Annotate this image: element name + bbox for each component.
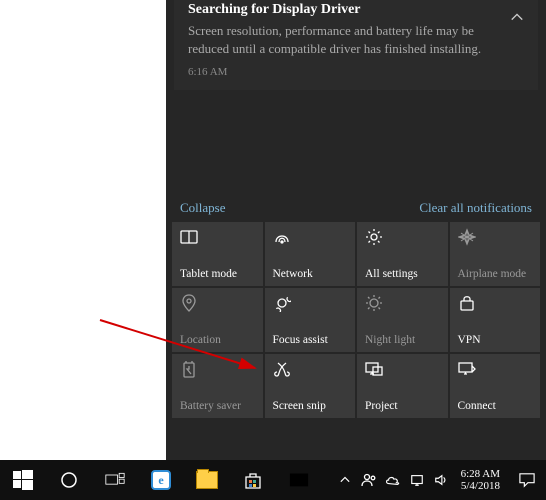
clock-date: 5/4/2018: [461, 480, 500, 492]
quick-action-tablet[interactable]: Tablet mode: [172, 222, 263, 286]
taskbar: e 6:28 AM 5/4/2018: [0, 460, 546, 500]
explorer-taskbar-icon[interactable]: [184, 460, 230, 500]
tile-label: Tablet mode: [180, 268, 255, 280]
location-icon: [180, 294, 198, 312]
people-tray-icon[interactable]: [357, 460, 381, 500]
tile-label: Screen snip: [273, 400, 348, 412]
notification-title: Searching for Display Driver: [188, 0, 498, 18]
quick-action-vpn[interactable]: VPN: [450, 288, 541, 352]
tile-label: Network: [273, 268, 348, 280]
quick-action-focus[interactable]: Focus assist: [265, 288, 356, 352]
settings-icon: [365, 228, 383, 246]
network-icon: [273, 228, 291, 246]
tile-label: Location: [180, 334, 255, 346]
action-center-panel: Searching for Display Driver Screen reso…: [166, 0, 546, 460]
action-center-button[interactable]: [508, 460, 546, 500]
quick-action-connect[interactable]: Connect: [450, 354, 541, 418]
quick-action-tiles: Tablet mode Network All settings Airplane m…: [166, 222, 546, 424]
volume-tray-icon[interactable]: [429, 460, 453, 500]
quick-action-nightlight[interactable]: Night light: [357, 288, 448, 352]
clear-all-link[interactable]: Clear all notifications: [419, 200, 532, 216]
quick-action-battery[interactable]: Battery saver: [172, 354, 263, 418]
tile-label: Project: [365, 400, 440, 412]
tile-label: Focus assist: [273, 334, 348, 346]
notification-body: Screen resolution, performance and batte…: [188, 22, 498, 58]
network-tray-icon[interactable]: [405, 460, 429, 500]
notification-time: 6:16 AM: [188, 66, 498, 78]
airplane-icon: [458, 228, 476, 246]
focus-icon: [273, 294, 291, 312]
quick-action-airplane[interactable]: Airplane mode: [450, 222, 541, 286]
vpn-icon: [458, 294, 476, 312]
battery-icon: [180, 360, 198, 378]
start-button[interactable]: [0, 460, 46, 500]
edge-taskbar-icon[interactable]: e: [138, 460, 184, 500]
tile-label: Battery saver: [180, 400, 255, 412]
tile-label: All settings: [365, 268, 440, 280]
quick-action-project[interactable]: Project: [357, 354, 448, 418]
notification-card[interactable]: Searching for Display Driver Screen reso…: [174, 0, 538, 90]
task-view-button[interactable]: [92, 460, 138, 500]
store-taskbar-icon[interactable]: [230, 460, 276, 500]
quick-action-location[interactable]: Location: [172, 288, 263, 352]
connect-icon: [458, 360, 476, 378]
project-icon: [365, 360, 383, 378]
clock-time: 6:28 AM: [461, 468, 500, 480]
quick-action-settings[interactable]: All settings: [357, 222, 448, 286]
onedrive-tray-icon[interactable]: [381, 460, 405, 500]
mail-taskbar-icon[interactable]: [276, 460, 322, 500]
tile-label: Airplane mode: [458, 268, 533, 280]
tablet-icon: [180, 228, 198, 246]
tile-label: VPN: [458, 334, 533, 346]
snip-icon: [273, 360, 291, 378]
quick-action-network[interactable]: Network: [265, 222, 356, 286]
cortana-search-button[interactable]: [46, 460, 92, 500]
quick-action-snip[interactable]: Screen snip: [265, 354, 356, 418]
tile-label: Night light: [365, 334, 440, 346]
collapse-link[interactable]: Collapse: [180, 200, 226, 216]
taskbar-clock[interactable]: 6:28 AM 5/4/2018: [453, 468, 508, 492]
nightlight-icon: [365, 294, 383, 312]
tray-overflow-chevron-icon[interactable]: [333, 460, 357, 500]
tile-label: Connect: [458, 400, 533, 412]
chevron-up-icon[interactable]: [506, 6, 528, 28]
